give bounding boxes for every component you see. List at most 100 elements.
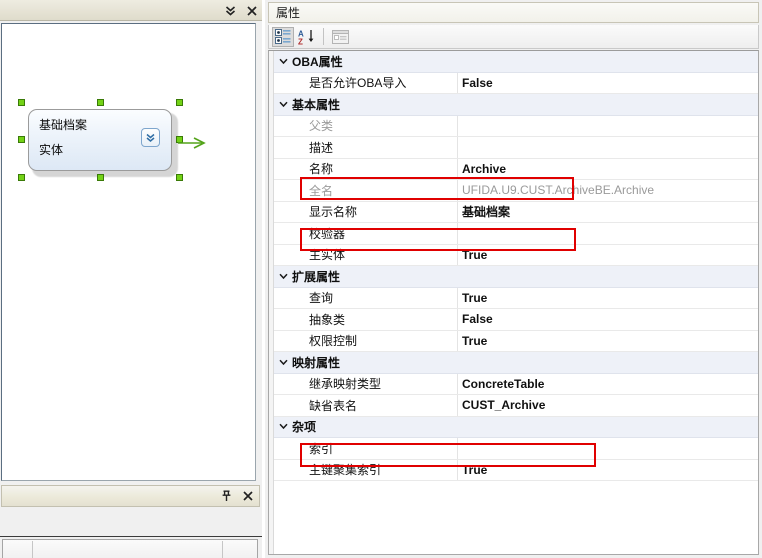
property-value[interactable]: Archive: [462, 162, 754, 176]
designer-titlebar-buttons: [224, 0, 258, 21]
column-splitter[interactable]: [457, 438, 458, 459]
property-row[interactable]: 描述: [274, 137, 758, 159]
alphabetical-sort-icon[interactable]: A Z: [296, 27, 318, 47]
property-value[interactable]: True: [462, 291, 754, 305]
property-grid[interactable]: OBA属性是否允许OBA导入 False 基本属性父类描述名称 Archive 全名 UF…: [268, 50, 759, 555]
column-splitter[interactable]: [457, 223, 458, 244]
column-splitter[interactable]: [457, 180, 458, 201]
property-value[interactable]: True: [462, 334, 754, 348]
properties-titlebar: 属性: [268, 2, 759, 23]
chevron-down-icon[interactable]: [274, 94, 292, 115]
property-row[interactable]: 显示名称 基础档案: [274, 201, 758, 223]
property-value[interactable]: True: [462, 248, 754, 262]
selection-handle-ne[interactable]: [176, 99, 183, 106]
property-row[interactable]: 名称 Archive: [274, 158, 758, 180]
column-splitter[interactable]: [457, 330, 458, 351]
property-row[interactable]: 主实体 True: [274, 244, 758, 266]
property-name: 显示名称: [309, 205, 358, 220]
property-row[interactable]: 查询 True: [274, 287, 758, 309]
property-category-label: 杂项: [292, 420, 317, 435]
property-name: 主键聚集索引: [309, 463, 382, 478]
property-value[interactable]: CUST_Archive: [462, 398, 754, 412]
property-name: 描述: [309, 140, 334, 155]
column-splitter[interactable]: [457, 459, 458, 480]
designer-pane-titlebar: [0, 0, 262, 21]
property-row[interactable]: 全名 UFIDA.U9.CUST.ArchiveBE.Archive: [274, 180, 758, 202]
property-category-row[interactable]: 映射属性: [274, 352, 758, 374]
designer-pane: 基础档案 实体: [0, 21, 262, 485]
designer-canvas[interactable]: 基础档案 实体: [2, 24, 255, 480]
close-icon[interactable]: [245, 3, 258, 18]
toolbar-separator: [323, 28, 324, 45]
selection-handle-w[interactable]: [18, 136, 25, 143]
categorized-view-icon[interactable]: [272, 26, 294, 47]
entity-node-body[interactable]: 基础档案 实体: [28, 109, 172, 171]
arrow-right-icon[interactable]: [176, 136, 208, 150]
property-row[interactable]: 缺省表名 CUST_Archive: [274, 395, 758, 417]
property-value[interactable]: ConcreteTable: [462, 377, 754, 391]
selection-handle-s[interactable]: [97, 174, 104, 181]
column-splitter[interactable]: [457, 395, 458, 416]
property-value[interactable]: False: [462, 76, 754, 90]
property-value[interactable]: False: [462, 312, 754, 326]
property-category-row[interactable]: 扩展属性: [274, 266, 758, 288]
column-splitter[interactable]: [457, 287, 458, 308]
selection-handle-sw[interactable]: [18, 174, 25, 181]
property-row[interactable]: 父类: [274, 115, 758, 137]
property-value[interactable]: UFIDA.U9.CUST.ArchiveBE.Archive: [462, 183, 754, 197]
page-title: 属性: [276, 6, 301, 20]
property-category-label: OBA属性: [292, 54, 343, 69]
property-row[interactable]: 权限控制 True: [274, 330, 758, 352]
property-name: 校验器: [309, 226, 346, 241]
column-splitter[interactable]: [457, 158, 458, 179]
property-row[interactable]: 是否允许OBA导入 False: [274, 72, 758, 94]
column-splitter[interactable]: [457, 244, 458, 265]
column-separator[interactable]: [32, 541, 33, 558]
selection-handle-n[interactable]: [97, 99, 104, 106]
property-row[interactable]: 索引: [274, 438, 758, 460]
column-splitter[interactable]: [457, 115, 458, 136]
bottom-grid-header: [0, 536, 262, 558]
property-name: 主实体: [309, 248, 346, 263]
pin-icon[interactable]: [220, 489, 233, 504]
properties-panel: 属性 A Z OBA属性 是否允许OBA导入 False 基本属性 父类 描述 …: [265, 0, 762, 558]
property-pages-icon[interactable]: [329, 27, 351, 47]
property-name: 名称: [309, 162, 334, 177]
column-splitter[interactable]: [457, 201, 458, 222]
properties-toolbar: A Z: [268, 25, 759, 49]
chevron-down-icon[interactable]: [274, 352, 292, 373]
property-row[interactable]: 主键聚集索引 True: [274, 459, 758, 481]
property-value[interactable]: 基础档案: [462, 203, 754, 220]
property-row[interactable]: 校验器: [274, 223, 758, 245]
property-value[interactable]: True: [462, 463, 754, 477]
chevron-down-icon[interactable]: [274, 266, 292, 287]
left-column: 基础档案 实体: [0, 0, 262, 558]
property-category-label: 基本属性: [292, 97, 341, 112]
property-name: 继承映射类型: [309, 377, 382, 392]
property-name: 抽象类: [309, 312, 346, 327]
bottom-pane: [0, 485, 262, 558]
column-separator[interactable]: [222, 541, 223, 558]
svg-text:Z: Z: [298, 37, 303, 45]
property-name: 父类: [309, 119, 334, 134]
property-category-row[interactable]: 杂项: [274, 416, 758, 438]
property-grid-rows: OBA属性是否允许OBA导入 False 基本属性父类描述名称 Archive 全名 UF…: [274, 51, 758, 554]
entity-node[interactable]: 基础档案 实体: [18, 99, 183, 181]
selection-handle-se[interactable]: [176, 174, 183, 181]
property-row[interactable]: 抽象类 False: [274, 309, 758, 331]
chevron-down-icon[interactable]: [274, 51, 292, 72]
double-chevron-down-icon[interactable]: [224, 3, 237, 18]
property-category-row[interactable]: OBA属性: [274, 51, 758, 73]
entity-node-subtitle: 实体: [39, 143, 64, 157]
property-name: 索引: [309, 441, 334, 456]
close-icon[interactable]: [241, 489, 254, 504]
column-splitter[interactable]: [457, 309, 458, 330]
column-splitter[interactable]: [457, 72, 458, 93]
double-chevron-down-icon[interactable]: [141, 128, 160, 147]
selection-handle-nw[interactable]: [18, 99, 25, 106]
chevron-down-icon[interactable]: [274, 417, 292, 438]
property-category-row[interactable]: 基本属性: [274, 94, 758, 116]
column-splitter[interactable]: [457, 137, 458, 158]
column-splitter[interactable]: [457, 373, 458, 394]
property-row[interactable]: 继承映射类型 ConcreteTable: [274, 373, 758, 395]
